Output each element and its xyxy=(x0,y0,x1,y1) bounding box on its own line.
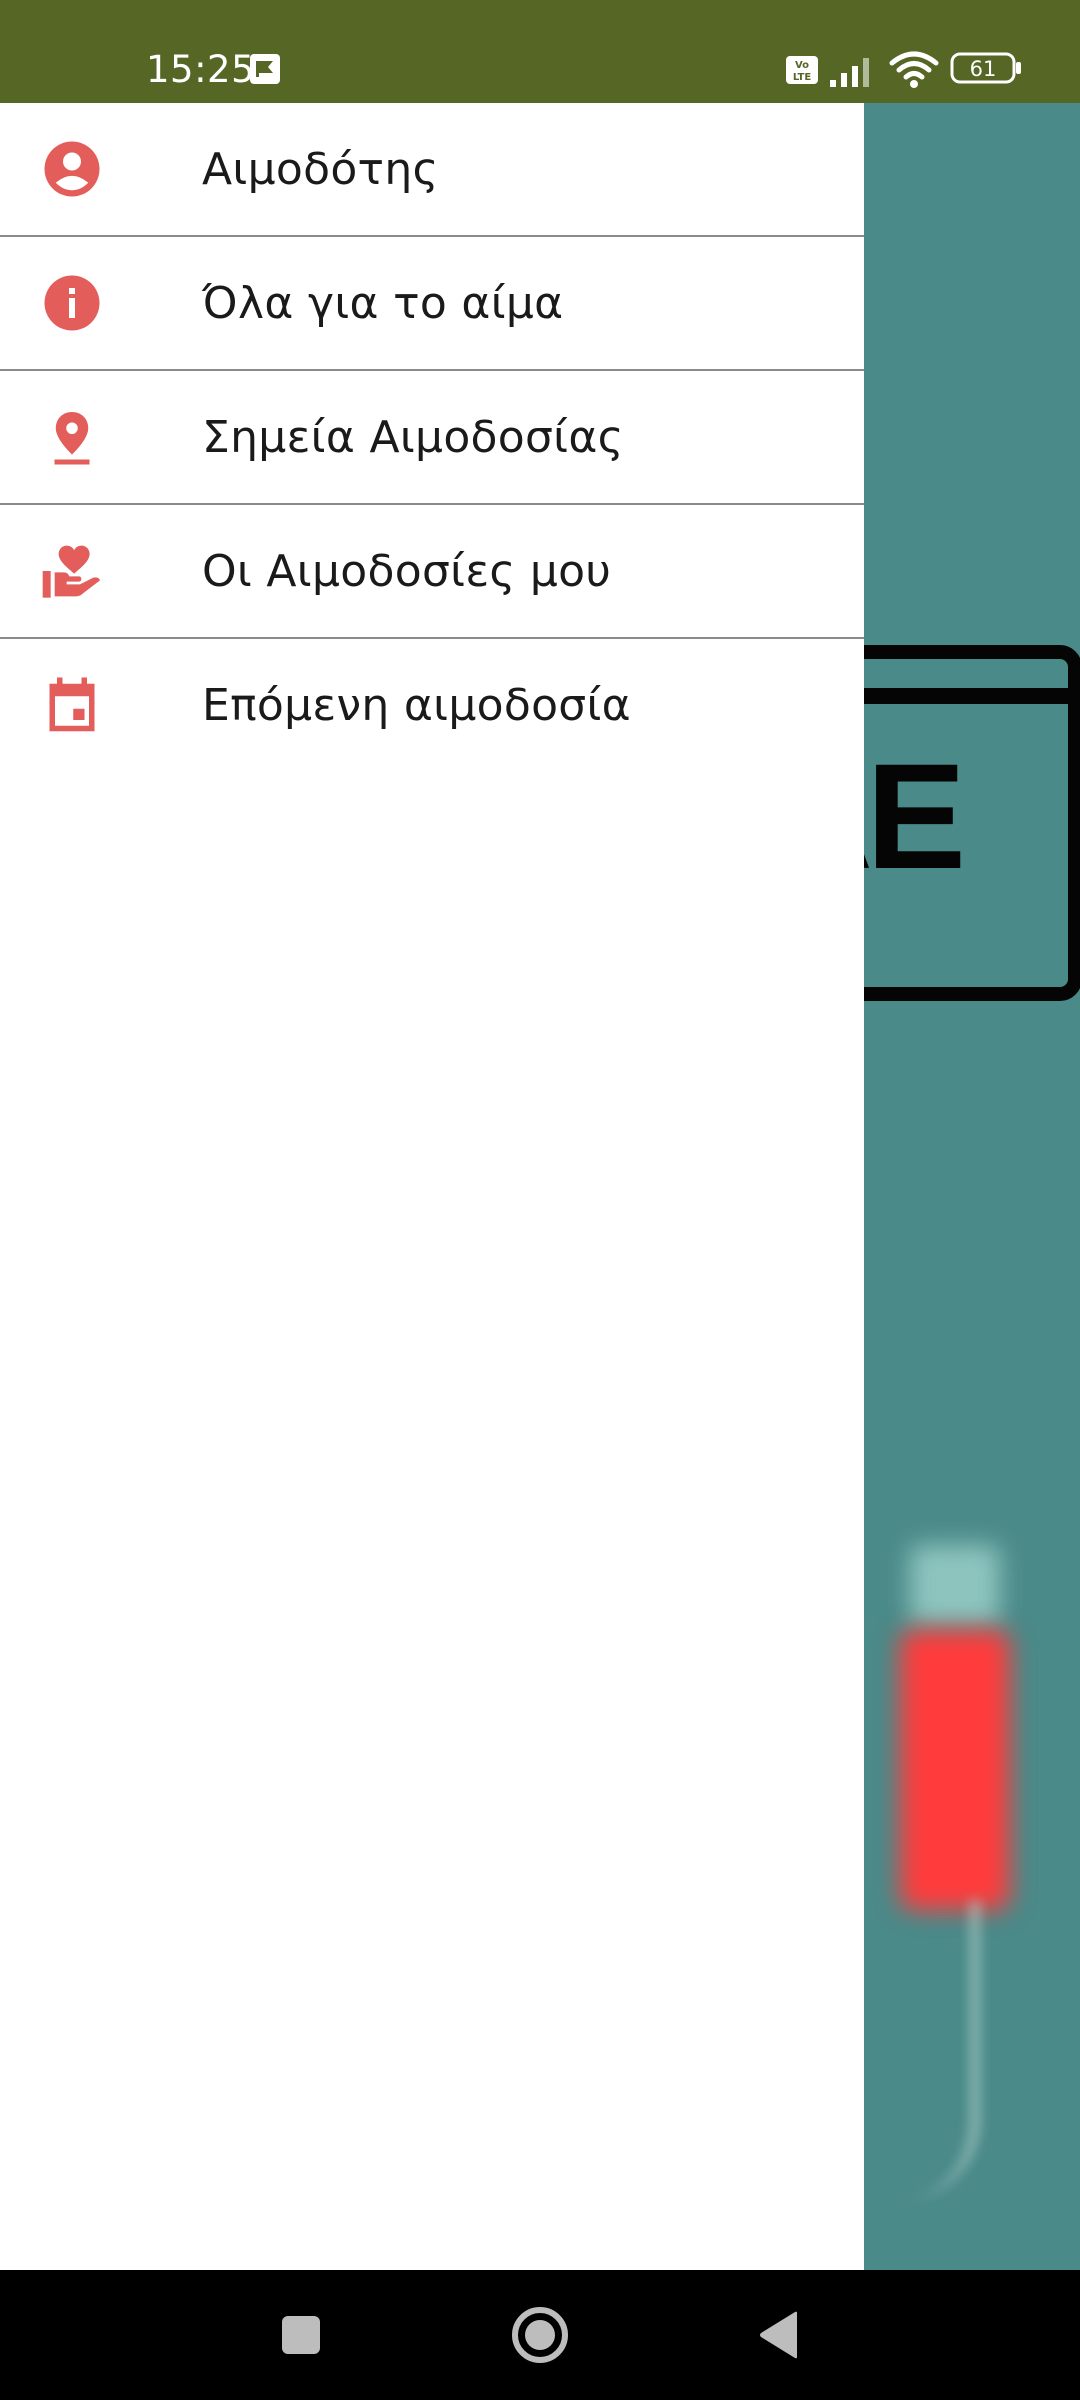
blood-bag-tube-image xyxy=(880,1900,980,2200)
status-bar: 15:25 Vo LTE 61 xyxy=(0,0,1080,103)
drawer-item-label: Όλα για το αίμα xyxy=(202,277,564,329)
system-navigation-bar xyxy=(0,2270,1080,2400)
drawer-item-about-blood[interactable]: Όλα για το αίμα xyxy=(0,237,864,371)
home-icon xyxy=(512,2307,568,2363)
drawer-item-label: Οι Αιμοδοσίες μου xyxy=(202,545,612,597)
recents-button[interactable] xyxy=(262,2270,340,2400)
account-circle-icon xyxy=(40,137,104,201)
drawer-item-label: Αιμοδότης xyxy=(202,143,439,195)
recents-icon xyxy=(282,2316,320,2354)
drawer-item-donation-points[interactable]: Σημεία Αιμοδοσίας xyxy=(0,371,864,505)
drawer-item-donor[interactable]: Αιμοδότης xyxy=(0,103,864,237)
wifi-icon xyxy=(889,51,939,88)
blood-bag-cap-image xyxy=(910,1545,1000,1625)
hand-heart-icon xyxy=(40,539,104,603)
blood-bag-image xyxy=(900,1630,1010,1910)
drawer-item-label: Επόμενη αιμοδοσία xyxy=(202,679,631,731)
navigation-drawer: Αιμοδότης Όλα για το αίμα Σημεία Αιμοδοσ… xyxy=(0,103,864,2270)
svg-text:LTE: LTE xyxy=(793,72,812,83)
signal-icon xyxy=(830,58,869,87)
back-button[interactable] xyxy=(740,2270,820,2400)
volte-icon: Vo LTE xyxy=(786,56,818,84)
home-button[interactable] xyxy=(500,2270,580,2400)
drawer-item-my-donations[interactable]: Οι Αιμοδοσίες μου xyxy=(0,505,864,639)
status-time: 15:25 xyxy=(146,48,256,91)
drawer-item-next-donation[interactable]: Επόμενη αιμοδοσία xyxy=(0,639,864,771)
svg-text:Vo: Vo xyxy=(795,60,809,71)
message-notification-icon xyxy=(250,54,280,84)
back-icon xyxy=(760,2311,797,2359)
location-pin-icon xyxy=(40,405,104,469)
calendar-event-icon xyxy=(40,673,104,737)
drawer-item-label: Σημεία Αιμοδοσίας xyxy=(202,411,624,463)
info-icon xyxy=(40,271,104,335)
battery-level: 61 xyxy=(969,57,997,81)
